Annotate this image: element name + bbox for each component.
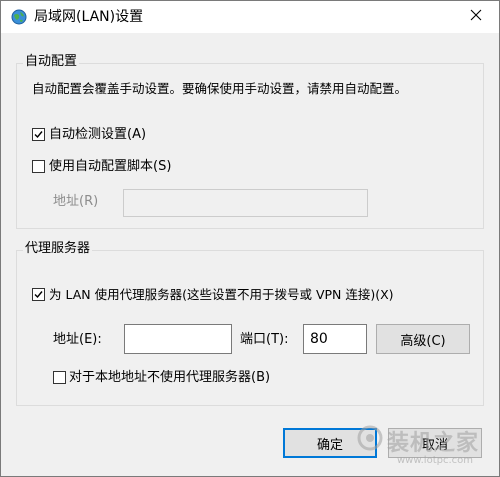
- close-icon: [470, 9, 482, 25]
- auto-detect-checkbox[interactable]: [32, 128, 45, 141]
- proxy-address-input[interactable]: [124, 324, 232, 354]
- auto-config-group-label: 自动配置: [23, 54, 80, 70]
- auto-config-description: 自动配置会覆盖手动设置。要确保使用手动设置，请禁用自动配置。: [32, 81, 408, 96]
- port-label: 端口(T):: [240, 332, 289, 347]
- bypass-local-label[interactable]: 对于本地地址不使用代理服务器(B): [69, 370, 270, 386]
- lan-settings-dialog: 局域网(LAN)设置 自动配置 自动配置会覆盖手动设置。要确保使用手动设置，请禁…: [0, 0, 500, 477]
- auto-detect-label[interactable]: 自动检测设置(A): [49, 127, 146, 143]
- ok-button[interactable]: 确定: [283, 428, 377, 458]
- script-address-label: 地址(R): [53, 194, 99, 209]
- cancel-button[interactable]: 取消: [388, 428, 482, 458]
- checkmark-icon: [34, 131, 43, 139]
- proxy-group-label: 代理服务器: [23, 241, 93, 257]
- proxy-address-label: 地址(E):: [53, 332, 102, 347]
- close-button[interactable]: [453, 1, 499, 33]
- checkmark-icon: [34, 291, 43, 299]
- title-bar[interactable]: 局域网(LAN)设置: [1, 1, 499, 33]
- port-input[interactable]: 80: [303, 324, 367, 354]
- use-script-checkbox[interactable]: [32, 160, 45, 173]
- bypass-local-checkbox[interactable]: [53, 371, 66, 384]
- globe-network-icon: [11, 9, 27, 25]
- use-proxy-checkbox[interactable]: [32, 288, 45, 301]
- window-title: 局域网(LAN)设置: [34, 9, 144, 25]
- use-proxy-label[interactable]: 为 LAN 使用代理服务器(这些设置不用于拨号或 VPN 连接)(X): [49, 287, 394, 303]
- use-script-label[interactable]: 使用自动配置脚本(S): [49, 159, 171, 175]
- script-address-input[interactable]: [123, 189, 368, 217]
- advanced-button[interactable]: 高级(C): [376, 324, 470, 354]
